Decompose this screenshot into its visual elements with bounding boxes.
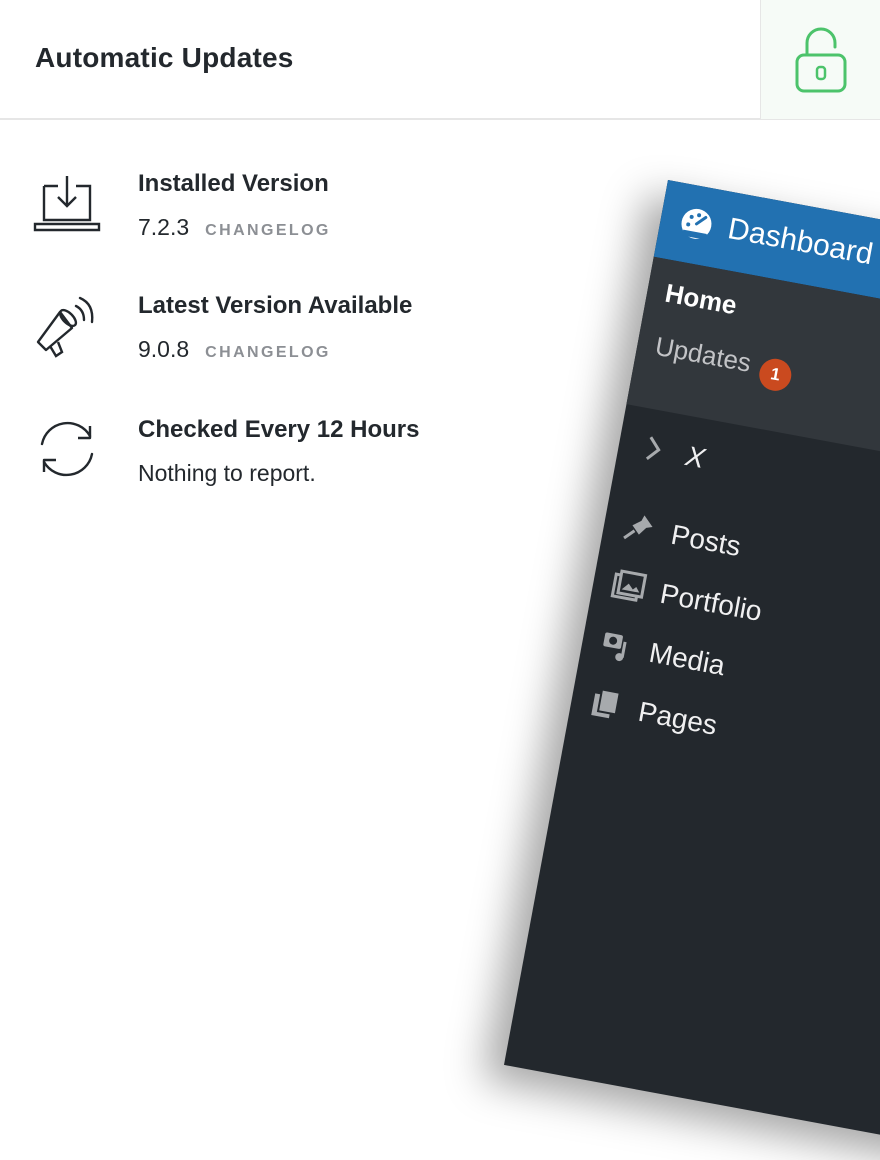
page-title: Automatic Updates bbox=[35, 42, 294, 73]
pin-icon bbox=[623, 515, 653, 540]
chevron-right-icon bbox=[645, 436, 661, 461]
page-header: Automatic Updates bbox=[0, 0, 880, 120]
submenu-home[interactable]: Home bbox=[663, 278, 740, 322]
version-number: 9.0.8 bbox=[138, 336, 190, 362]
row-title: Latest Version Available bbox=[138, 292, 413, 319]
pages-icon bbox=[591, 688, 621, 719]
row-value: 9.0.8 CHANGELOG bbox=[138, 336, 331, 363]
menu-label: Portfolio bbox=[657, 577, 765, 628]
row-title: Checked Every 12 Hours bbox=[138, 416, 420, 443]
laptop-download-icon bbox=[33, 176, 101, 232]
menu-label: Posts bbox=[668, 518, 744, 563]
menu-label: Pages bbox=[635, 695, 720, 741]
unlocked-padlock-icon bbox=[795, 27, 846, 92]
refresh-icon bbox=[40, 421, 94, 477]
row-title: Installed Version bbox=[138, 170, 329, 197]
menu-label: Dashboard bbox=[725, 212, 876, 272]
menu-label: X bbox=[683, 440, 708, 475]
megaphone-icon bbox=[36, 296, 94, 358]
portfolio-icon bbox=[610, 569, 648, 602]
version-number: 7.2.3 bbox=[138, 214, 190, 240]
media-icon bbox=[603, 632, 627, 662]
lock-toggle-button[interactable] bbox=[760, 0, 880, 119]
row-value: 7.2.3 CHANGELOG bbox=[138, 214, 331, 241]
menu-label: Media bbox=[646, 636, 728, 682]
wp-admin-menu: Dashboard Home Updates 1 X Posts Portfol… bbox=[503, 180, 880, 1160]
changelog-link[interactable]: CHANGELOG bbox=[205, 222, 331, 239]
updates-count-badge: 1 bbox=[756, 356, 794, 394]
dashboard-gauge-icon bbox=[681, 208, 712, 240]
status-text: Nothing to report. bbox=[138, 460, 316, 486]
submenu-updates[interactable]: Updates bbox=[653, 331, 754, 379]
changelog-link[interactable]: CHANGELOG bbox=[205, 344, 331, 361]
